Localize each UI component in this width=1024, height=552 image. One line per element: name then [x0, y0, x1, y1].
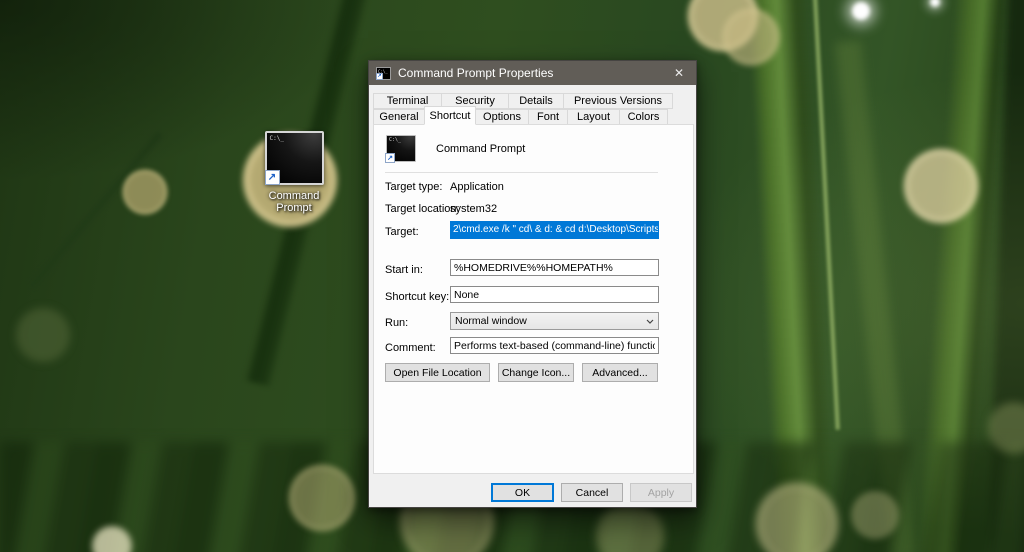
tab-colors[interactable]: Colors	[619, 109, 668, 125]
close-button[interactable]: ✕	[662, 61, 696, 85]
tab-row-upper: Terminal Security Details Previous Versi…	[373, 93, 672, 109]
start-in-label: Start in:	[385, 264, 423, 276]
desktop-shortcut-label: Command Prompt	[259, 190, 329, 214]
shortcut-arrow-icon: ↗	[265, 170, 280, 185]
target-label: Target:	[385, 226, 419, 238]
properties-dialog: C:\_ ↗ Command Prompt Properties ✕ Termi…	[368, 60, 697, 508]
separator	[385, 172, 658, 173]
advanced-button[interactable]: Advanced...	[582, 363, 658, 382]
light-sparkle	[930, 0, 940, 7]
bokeh-light	[288, 464, 356, 532]
open-file-location-button[interactable]: Open File Location	[385, 363, 490, 382]
bokeh-light	[122, 169, 168, 215]
target-location-label: Target location:	[385, 203, 460, 215]
run-dropdown[interactable]: Normal window	[450, 312, 659, 330]
tab-shortcut[interactable]: Shortcut	[424, 106, 476, 125]
tab-details[interactable]: Details	[508, 93, 564, 109]
shortcut-key-label: Shortcut key:	[385, 291, 449, 303]
shortcut-tab-page: C:\_ ↗ Command Prompt Target type: Appli…	[373, 124, 694, 474]
close-icon: ✕	[674, 66, 684, 80]
target-input[interactable]: 2\cmd.exe /k " cd\ & d: & cd d:\Desktop\…	[450, 221, 659, 239]
command-prompt-shortcut-icon: C:\_ ↗	[376, 67, 391, 80]
change-icon-button[interactable]: Change Icon...	[498, 363, 574, 382]
comment-label: Comment:	[385, 342, 436, 354]
tab-options[interactable]: Options	[475, 109, 529, 125]
tab-font[interactable]: Font	[528, 109, 568, 125]
target-location-value: system32	[450, 203, 497, 215]
dialog-title: Command Prompt Properties	[398, 66, 662, 80]
bokeh-light	[849, 489, 901, 541]
light-sparkle	[852, 2, 870, 20]
tab-layout[interactable]: Layout	[567, 109, 620, 125]
shortcut-key-input[interactable]	[450, 286, 659, 303]
chevron-down-icon	[642, 319, 658, 324]
target-type-label: Target type:	[385, 181, 442, 193]
tab-general[interactable]: General	[373, 109, 425, 125]
tab-previous-versions[interactable]: Previous Versions	[563, 93, 673, 109]
ok-button[interactable]: OK	[491, 483, 554, 502]
shortcut-arrow-icon: ↗	[385, 153, 395, 163]
run-selected-value: Normal window	[451, 315, 642, 327]
cancel-button[interactable]: Cancel	[561, 483, 623, 502]
desktop-shortcut-command-prompt[interactable]: C:\_ ↗ Command Prompt	[259, 131, 329, 214]
title-bar[interactable]: C:\_ ↗ Command Prompt Properties ✕	[369, 61, 696, 85]
command-prompt-icon: C:\_ ↗	[265, 131, 324, 185]
target-type-value: Application	[450, 181, 504, 193]
apply-button[interactable]: Apply	[630, 483, 692, 502]
tab-row-lower: General Shortcut Options Font Layout Col…	[373, 109, 667, 125]
target-selected-text: 2\cmd.exe /k " cd\ & d: & cd d:\Desktop\…	[451, 222, 658, 238]
command-prompt-icon: C:\_ ↗	[386, 135, 416, 162]
bokeh-light	[14, 306, 72, 364]
shortcut-arrow-icon: ↗	[376, 73, 383, 80]
bokeh-light	[722, 8, 780, 66]
run-label: Run:	[385, 317, 408, 329]
bokeh-light	[903, 148, 979, 224]
comment-input[interactable]	[450, 337, 659, 354]
cmd-prompt-glyph: C:\_	[270, 135, 284, 142]
shortcut-name: Command Prompt	[436, 143, 525, 155]
start-in-input[interactable]	[450, 259, 659, 276]
